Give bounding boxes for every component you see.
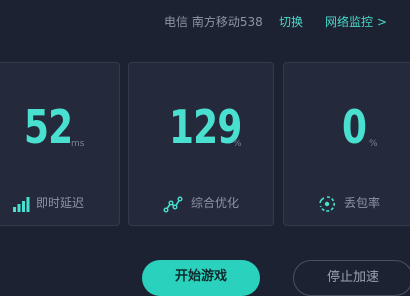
stop-acceleration-button[interactable]: 停止加速 bbox=[293, 260, 410, 296]
optimization-card: 129 % 综合优化 bbox=[128, 62, 274, 226]
optimization-unit: % bbox=[233, 139, 242, 149]
packet-loss-label: 丢包率 bbox=[344, 196, 381, 210]
optimization-value: 129 bbox=[169, 100, 242, 154]
network-monitor-link[interactable]: 网络监控 > bbox=[325, 13, 387, 30]
latency-card: 52 ms 即时延迟 bbox=[0, 62, 120, 226]
latency-unit: ms bbox=[71, 139, 85, 149]
packet-loss-card: 0 % 丢包率 bbox=[283, 62, 410, 226]
latency-label: 即时延迟 bbox=[36, 196, 85, 210]
packet-loss-value: 0 bbox=[342, 100, 367, 154]
top-bar: 电信 南方移动538 切换 网络监控 > bbox=[0, 0, 410, 44]
signal-bars-icon bbox=[13, 197, 30, 212]
packet-loss-unit: % bbox=[369, 139, 378, 149]
isp-node-label: 电信 南方移动538 bbox=[164, 15, 263, 29]
switch-node-link[interactable]: 切换 bbox=[279, 13, 303, 30]
optimization-label: 综合优化 bbox=[191, 196, 240, 210]
start-game-button[interactable]: 开始游戏 bbox=[142, 260, 260, 296]
trend-line-icon bbox=[163, 196, 183, 213]
latency-value: 52 bbox=[24, 100, 73, 154]
packet-loss-icon bbox=[319, 196, 335, 212]
